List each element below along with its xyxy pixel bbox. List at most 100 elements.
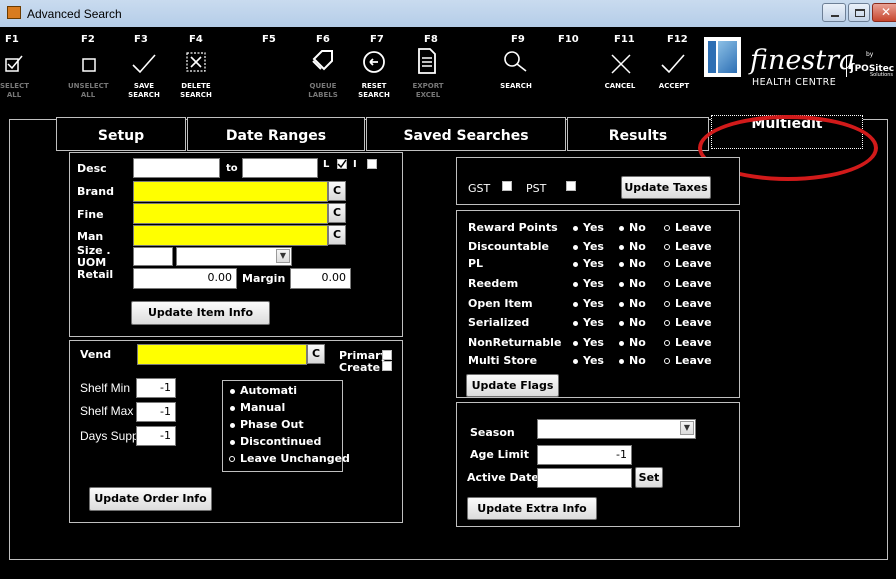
desc-from-input[interactable] (133, 158, 220, 178)
shelf-min-input[interactable]: -1 (136, 378, 176, 398)
search-button[interactable] (502, 49, 530, 77)
gst-checkbox[interactable] (502, 181, 512, 191)
queue-labels-label: QUEUE LABELS (308, 82, 338, 99)
brand-choose-button[interactable]: C (328, 181, 346, 201)
season-dropdown[interactable]: ▼ (537, 419, 696, 439)
app-icon (7, 6, 21, 19)
flag-option-yes[interactable]: Yes (572, 354, 616, 370)
flag-option-no[interactable]: No (618, 277, 662, 293)
tab-saved-searches[interactable]: Saved Searches (366, 117, 566, 151)
man-choose-button[interactable]: C (328, 225, 346, 245)
minimize-button[interactable] (822, 3, 846, 22)
l-label: L (323, 159, 330, 170)
flag-row: Reward Points Yes No Leave (468, 221, 738, 237)
set-date-button[interactable]: Set (635, 467, 663, 488)
flag-option-no[interactable]: No (618, 257, 662, 273)
maximize-button[interactable] (848, 3, 870, 22)
tab-date-ranges[interactable]: Date Ranges (187, 117, 365, 151)
tab-setup[interactable]: Setup (56, 117, 186, 151)
option-automatic[interactable]: Automati (226, 384, 341, 400)
flag-option-leave[interactable]: Leave (664, 257, 712, 273)
option-leave-unchanged[interactable]: Leave Unchanged (226, 452, 350, 468)
vend-choose-button[interactable]: C (307, 344, 325, 364)
size-input[interactable] (133, 247, 173, 266)
flag-option-yes[interactable]: Yes (572, 297, 616, 313)
reset-search-button[interactable] (360, 48, 388, 76)
f5-key: F5 (262, 34, 276, 45)
update-order-info-button[interactable]: Update Order Info (89, 487, 212, 511)
f6-key: F6 (316, 34, 330, 45)
flag-option-yes[interactable]: Yes (572, 316, 616, 332)
active-date-input[interactable] (537, 468, 632, 488)
delete-search-label: DELETE SEARCH (180, 82, 212, 99)
retail-label: Retail (77, 268, 114, 281)
flag-label: Reward Points (468, 221, 558, 234)
retail-input[interactable]: 0.00 (133, 268, 237, 289)
primary-checkbox[interactable] (382, 350, 392, 360)
flag-option-leave[interactable]: Leave (664, 354, 712, 370)
cancel-button[interactable] (608, 52, 634, 76)
flag-option-leave[interactable]: Leave (664, 297, 712, 313)
i-checkbox[interactable] (367, 159, 377, 169)
flag-label: Serialized (468, 316, 530, 329)
age-limit-input[interactable]: -1 (537, 445, 632, 465)
checkmark-icon (132, 54, 156, 74)
flag-option-yes[interactable]: Yes (572, 336, 616, 352)
update-flags-button[interactable]: Update Flags (466, 374, 559, 397)
flag-option-leave[interactable]: Leave (664, 316, 712, 332)
pst-checkbox[interactable] (566, 181, 576, 191)
export-excel-button[interactable] (415, 47, 439, 77)
flag-option-no[interactable]: No (618, 336, 662, 352)
create-checkbox[interactable] (382, 361, 392, 371)
update-taxes-button[interactable]: Update Taxes (621, 176, 711, 199)
flag-option-no[interactable]: No (618, 240, 662, 256)
delete-box-icon (186, 52, 206, 72)
save-search-button[interactable] (131, 52, 157, 76)
queue-labels-button[interactable] (310, 47, 336, 75)
brand-input[interactable] (133, 181, 328, 202)
flag-option-no[interactable]: No (618, 354, 662, 370)
flag-option-leave[interactable]: Leave (664, 240, 712, 256)
accept-button[interactable] (660, 52, 686, 76)
select-all-button[interactable] (3, 53, 25, 77)
flag-option-no[interactable]: No (618, 316, 662, 332)
finestra-logo: finestra HEALTH CENTRE by ʃPOSitec Solut… (704, 37, 896, 97)
man-input[interactable] (133, 225, 328, 246)
option-discontinued[interactable]: Discontinued (226, 435, 341, 451)
fine-input[interactable] (133, 203, 328, 224)
days-supp-input[interactable]: -1 (136, 426, 176, 446)
search-label: SEARCH (500, 82, 532, 90)
fine-choose-button[interactable]: C (328, 203, 346, 223)
flag-option-leave[interactable]: Leave (664, 221, 712, 237)
unselect-all-button[interactable] (79, 53, 101, 77)
vend-input[interactable] (137, 344, 307, 365)
desc-to-input[interactable] (242, 158, 318, 178)
shelf-max-input[interactable]: -1 (136, 402, 176, 422)
margin-input[interactable]: 0.00 (290, 268, 351, 289)
l-checkbox[interactable] (337, 159, 347, 169)
flag-option-yes[interactable]: Yes (572, 240, 616, 256)
option-manual[interactable]: Manual (226, 401, 341, 417)
flag-option-leave[interactable]: Leave (664, 277, 712, 293)
flag-option-no[interactable]: No (618, 221, 662, 237)
finestra-mark-icon (704, 37, 741, 77)
uom-dropdown[interactable]: ▼ (176, 247, 292, 266)
days-supp-label: Days Supp (80, 429, 139, 443)
gst-label: GST (468, 182, 491, 195)
update-extra-info-button[interactable]: Update Extra Info (467, 497, 597, 520)
option-phase-out[interactable]: Phase Out (226, 418, 341, 434)
f4-key: F4 (189, 34, 203, 45)
f1-key: F1 (5, 34, 19, 45)
close-window-button[interactable]: ✕ (872, 3, 896, 22)
flag-row: Reedem Yes No Leave (468, 277, 738, 293)
update-item-info-button[interactable]: Update Item Info (131, 301, 270, 325)
document-icon (418, 48, 436, 74)
flag-option-yes[interactable]: Yes (572, 221, 616, 237)
flag-option-yes[interactable]: Yes (572, 277, 616, 293)
delete-search-button[interactable] (184, 50, 210, 76)
f2-key: F2 (81, 34, 95, 45)
tab-results[interactable]: Results (567, 117, 709, 151)
flag-option-yes[interactable]: Yes (572, 257, 616, 273)
flag-option-no[interactable]: No (618, 297, 662, 313)
flag-option-leave[interactable]: Leave (664, 336, 712, 352)
